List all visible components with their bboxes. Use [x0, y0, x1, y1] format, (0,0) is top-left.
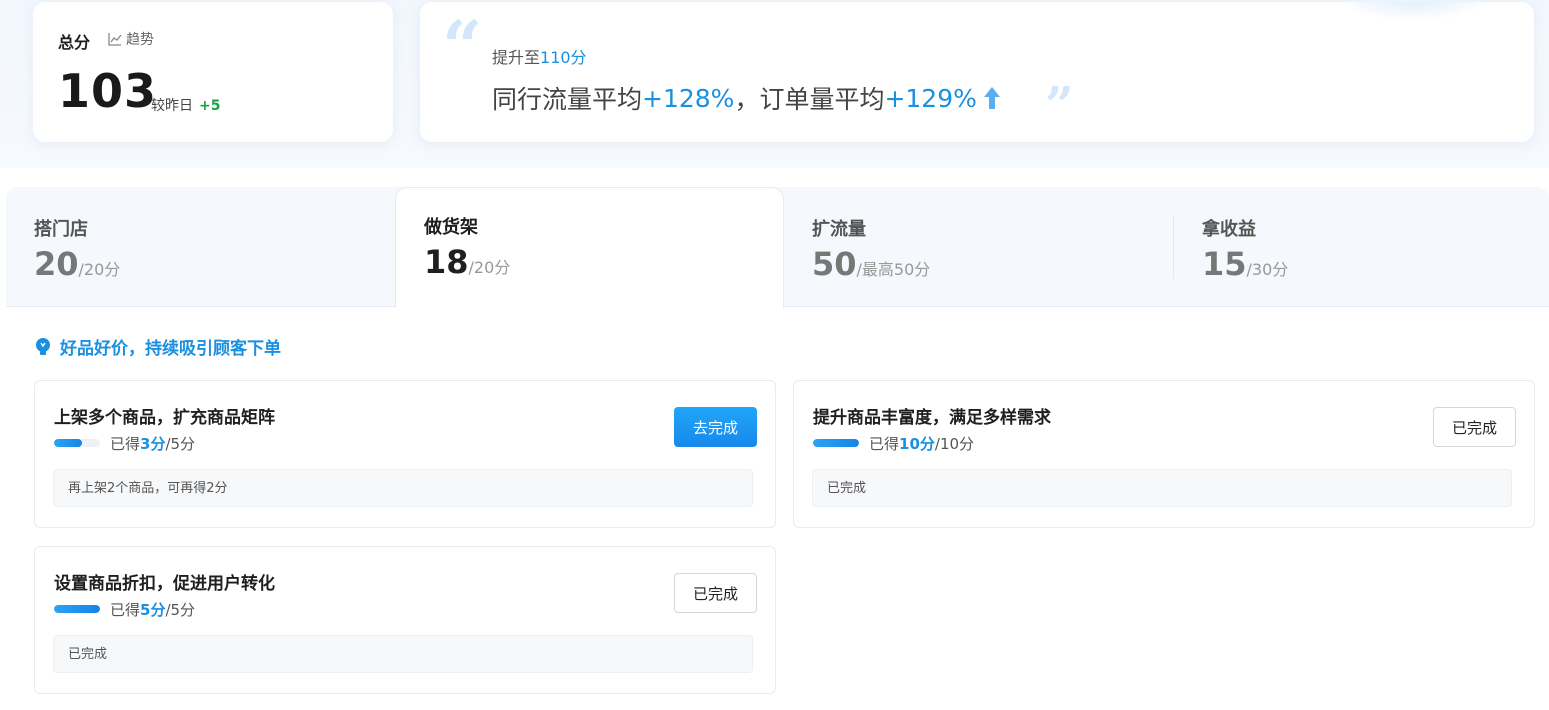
total-score: /5分 [165, 601, 196, 619]
tab-score-value: 50 [812, 245, 857, 283]
task-card-enrich-products: 提升商品丰富度，满足多样需求 已得10分/10分 已完成 已完成 [793, 380, 1535, 528]
got-score: 3分 [140, 435, 166, 453]
got-prefix: 已得 [869, 435, 900, 453]
tab-traffic[interactable]: 扩流量 50/最高50分 [784, 187, 1173, 307]
tab-score: 18/20分 [424, 243, 510, 281]
trend-link[interactable]: 趋势 [108, 29, 154, 49]
open-quote-icon: “ [442, 5, 483, 88]
task-progress-fill [813, 439, 859, 447]
promo-line-mid: ，订单量平均 [734, 85, 885, 114]
score-title: 总分 [58, 33, 91, 52]
tab-score-value: 18 [424, 243, 469, 281]
task-progress-fill [54, 605, 100, 613]
tab-score-total: /20分 [468, 258, 511, 277]
tab-score-total: /最高50分 [856, 260, 931, 279]
tab-revenue[interactable]: 拿收益 15/30分 [1174, 187, 1549, 307]
order-gain: +129% [884, 83, 977, 113]
promo-card: “ 提升至110分 同行流量平均 +128% ，订单量平均 +129% ” [420, 2, 1534, 142]
promo-headline: 同行流量平均 +128% ，订单量平均 +129% [492, 80, 1001, 116]
promo-line-prefix: 同行流量平均 [492, 85, 643, 114]
task-progress-text: 已得10分/10分 [869, 433, 974, 454]
tab-score: 20/20分 [34, 245, 120, 283]
compare-label: 较昨日 [151, 98, 193, 114]
task-card-list-products: 上架多个商品，扩充商品矩阵 已得3分/5分 去完成 再上架2个商品，可再得2分 [34, 380, 776, 528]
tab-score-total: /20分 [78, 260, 121, 279]
lightbulb-icon [36, 337, 50, 355]
task-note: 再上架2个商品，可再得2分 [53, 469, 753, 507]
tab-shelf[interactable]: 做货架 18/20分 [395, 187, 784, 308]
completed-button[interactable]: 已完成 [674, 573, 757, 613]
task-progress-text: 已得3分/5分 [110, 433, 195, 454]
tab-name: 扩流量 [812, 219, 866, 240]
compare-delta: +5 [199, 98, 221, 114]
task-progress-bar [813, 439, 859, 447]
tab-score-total: /30分 [1246, 260, 1289, 279]
got-prefix: 已得 [110, 435, 141, 453]
tab-name: 搭门店 [34, 219, 88, 240]
go-complete-button[interactable]: 去完成 [674, 407, 757, 447]
task-progress-fill [54, 439, 82, 447]
got-score: 10分 [899, 435, 935, 453]
total-score: /10分 [934, 435, 975, 453]
task-progress-text: 已得5分/5分 [110, 599, 195, 620]
tab-score: 50/最高50分 [812, 245, 930, 283]
tab-score-value: 20 [34, 245, 79, 283]
up-arrow-icon [983, 87, 1000, 109]
completed-button[interactable]: 已完成 [1433, 407, 1516, 447]
task-progress-bar [54, 439, 100, 447]
tip-text: 好品好价，持续吸引顾客下单 [60, 339, 281, 359]
close-quote-icon: ” [1045, 75, 1074, 134]
task-title: 提升商品丰富度，满足多样需求 [813, 408, 1051, 428]
got-prefix: 已得 [110, 601, 141, 619]
trend-label: 趋势 [126, 32, 154, 48]
task-panel: 好品好价，持续吸引顾客下单 上架多个商品，扩充商品矩阵 已得3分/5分 去完成 … [6, 306, 1549, 710]
traffic-gain: +128% [642, 83, 735, 113]
promo-sub-prefix: 提升至 [492, 48, 541, 67]
tab-name: 做货架 [424, 217, 478, 238]
score-compare: 较昨日 +5 [151, 95, 220, 115]
score-card: 总分 趋势 103 较昨日 +5 [33, 2, 393, 142]
tab-score-value: 15 [1202, 245, 1247, 283]
tab-store[interactable]: 搭门店 20/20分 [6, 187, 395, 307]
task-note: 已完成 [812, 469, 1512, 507]
tab-score: 15/30分 [1202, 245, 1288, 283]
task-title: 上架多个商品，扩充商品矩阵 [54, 408, 275, 428]
line-chart-icon [108, 33, 122, 46]
task-card-set-discount: 设置商品折扣，促进用户转化 已得5分/5分 已完成 已完成 [34, 546, 776, 694]
total-score: /5分 [165, 435, 196, 453]
tab-name: 拿收益 [1202, 219, 1256, 240]
task-progress-bar [54, 605, 100, 613]
got-score: 5分 [140, 601, 166, 619]
task-title: 设置商品折扣，促进用户转化 [54, 574, 275, 594]
category-tabs: 搭门店 20/20分 做货架 18/20分 扩流量 50/最高50分 拿收益 1… [6, 187, 1549, 308]
promo-subtitle: 提升至110分 [492, 44, 587, 68]
task-note: 已完成 [53, 635, 753, 673]
promo-sub-target: 110分 [540, 48, 587, 67]
total-score-value: 103 [58, 64, 158, 118]
promo-glow [1334, 2, 1494, 22]
tip-banner: 好品好价，持续吸引顾客下单 [34, 334, 281, 359]
